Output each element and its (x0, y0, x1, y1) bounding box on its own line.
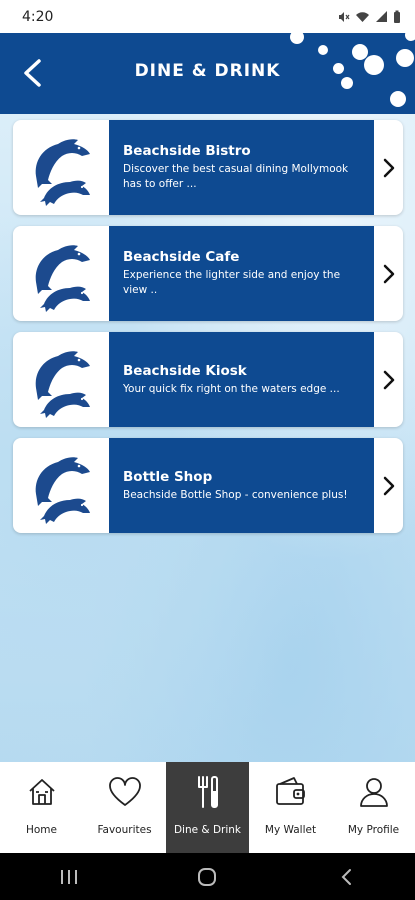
dine-drink-icon (197, 776, 218, 808)
back-system-button[interactable] (316, 857, 376, 897)
bottom-nav: Home Favourites Dine & Drink My Wallet M… (0, 762, 415, 853)
system-nav-bar (0, 853, 415, 900)
venue-card-bottle-shop[interactable]: Bottle Shop Beachside Bottle Shop - conv… (13, 438, 403, 533)
decorative-bubble (290, 33, 304, 44)
app-header: DINE & DRINK (0, 33, 415, 114)
venue-info: Beachside Cafe Experience the lighter si… (109, 226, 374, 321)
recent-apps-icon (61, 869, 78, 884)
chevron-right-icon (374, 120, 403, 215)
venue-description: Discover the best casual dining Mollymoo… (123, 163, 349, 190)
status-icons (336, 10, 401, 24)
venue-name: Bottle Shop (123, 468, 213, 485)
venue-logo (13, 120, 109, 215)
venue-logo (13, 438, 109, 533)
nav-label: Dine & Drink (173, 824, 242, 836)
home-icon (28, 779, 55, 805)
recent-apps-button[interactable] (39, 857, 99, 897)
back-arrow-icon (341, 868, 351, 885)
status-time: 4:20 (22, 8, 54, 25)
wifi-icon (356, 11, 369, 22)
venue-description: Beachside Bottle Shop - convenience plus… (123, 488, 348, 501)
nav-label: Favourites (97, 824, 152, 836)
wallet-icon (275, 777, 305, 805)
venue-logo (13, 226, 109, 321)
venue-logo (13, 332, 109, 427)
status-bar: 4:20 (0, 0, 415, 33)
venue-list: Beachside Bistro Discover the best casua… (0, 114, 415, 762)
page-title: DINE & DRINK (134, 61, 281, 81)
venue-card-kiosk[interactable]: Beachside Kiosk Your quick fix right on … (13, 332, 403, 427)
chevron-right-icon (374, 438, 403, 533)
nav-item-favourites[interactable]: Favourites (83, 762, 166, 853)
chevron-right-icon (374, 332, 403, 427)
venue-info: Bottle Shop Beachside Bottle Shop - conv… (109, 438, 374, 533)
venue-card-bistro[interactable]: Beachside Bistro Discover the best casua… (13, 120, 403, 215)
profile-icon (359, 778, 388, 807)
decorative-bubble (333, 63, 344, 74)
venue-info: Beachside Kiosk Your quick fix right on … (109, 332, 374, 427)
mute-icon (339, 11, 350, 22)
nav-item-dine-drink[interactable]: Dine & Drink (166, 762, 249, 853)
nav-item-my-profile[interactable]: My Profile (332, 762, 415, 853)
signal-icon (376, 11, 387, 22)
home-circle-icon (198, 867, 217, 886)
venue-card-cafe[interactable]: Beachside Cafe Experience the lighter si… (13, 226, 403, 321)
venue-name: Beachside Bistro (123, 143, 251, 159)
venue-name: Beachside Cafe (123, 249, 240, 265)
heart-icon (108, 777, 141, 806)
decorative-bubble (318, 45, 328, 55)
decorative-bubble (364, 55, 384, 75)
nav-item-home[interactable]: Home (0, 762, 83, 853)
dolphin-logo-icon (35, 350, 90, 418)
decorative-bubble (396, 49, 414, 67)
nav-item-my-wallet[interactable]: My Wallet (249, 762, 332, 853)
dolphin-logo-icon (35, 138, 90, 206)
decorative-bubble (341, 77, 353, 89)
nav-label: My Profile (347, 824, 400, 836)
chevron-right-icon (374, 226, 403, 321)
battery-icon (394, 10, 400, 23)
venue-info: Beachside Bistro Discover the best casua… (109, 120, 374, 215)
venue-description: Your quick fix right on the waters edge … (123, 382, 340, 395)
venue-name: Beachside Kiosk (123, 362, 247, 379)
decorative-bubble (390, 91, 406, 107)
home-system-button[interactable] (177, 857, 237, 897)
nav-label: My Wallet (264, 824, 317, 836)
dolphin-logo-icon (35, 244, 90, 312)
dolphin-logo-icon (35, 456, 90, 524)
venue-description: Experience the lighter side and enjoy th… (123, 269, 341, 296)
nav-label: Home (25, 824, 57, 836)
decorative-bubble (405, 33, 415, 41)
